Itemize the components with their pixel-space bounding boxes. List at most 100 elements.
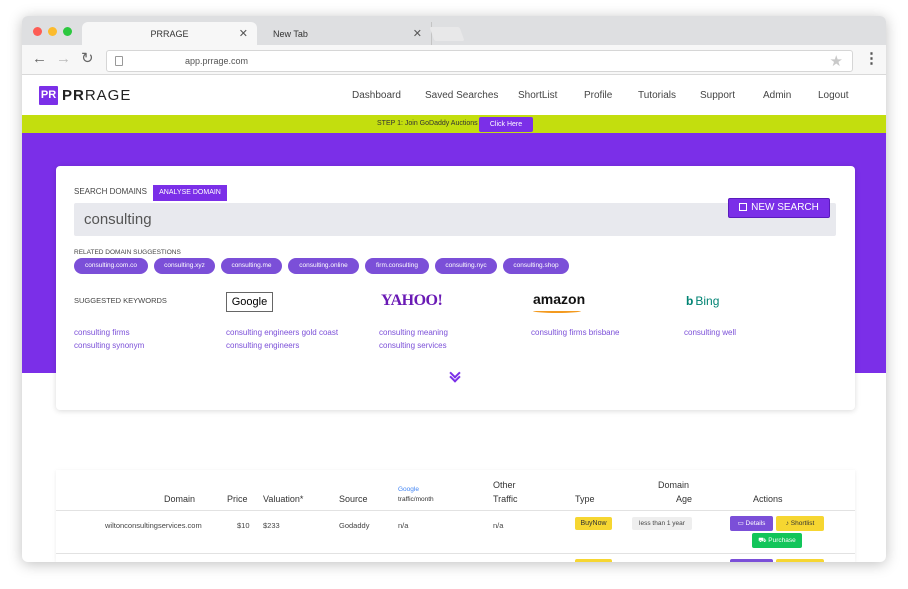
related-suggestions-label: RELATED DOMAIN SUGGESTIONS [74,249,181,256]
logo-bold-part: PR [62,87,85,104]
type-badge: BuyNow [575,517,612,530]
header-domain: Domain [164,494,196,504]
next-row-type-badge [575,559,612,562]
google-logo: Google [226,292,273,312]
purchase-button[interactable]: ⛟ Purchase [752,533,802,548]
nav-admin[interactable]: Admin [763,90,791,101]
purchase-label: Purchase [768,537,796,544]
tab-strip: PRRAGE ✕ New Tab ✕ [22,16,886,45]
yahoo-logo: YAHOO! [381,292,443,309]
nav-profile[interactable]: Profile [584,90,612,101]
shortlist-button[interactable]: ♪ Shortlist [776,516,824,531]
search-input[interactable]: consulting [74,203,836,236]
forward-arrow-icon[interactable]: → [56,51,71,67]
url-text: app.prrage.com [185,56,249,66]
cart-icon: ⛟ [758,537,769,544]
new-search-button[interactable]: NEW SEARCH [728,198,830,218]
header-valuation: Valuation* [263,494,304,504]
keyword-link[interactable]: consulting engineers gold coast [226,328,338,337]
keyword-link[interactable]: consulting well [684,328,736,337]
nav-shortlist[interactable]: ShortList [518,90,557,101]
browser-window: PRRAGE ✕ New Tab ✕ ← → ↻ app.prrage.com … [22,16,886,562]
browser-menu-icon[interactable]: ⋮ [864,51,879,67]
tab-new-tab[interactable]: New Tab ✕ [259,22,432,45]
amazon-logo: amazon [533,291,586,307]
cell-valuation: $233 [263,521,280,530]
tab-label: PRRAGE [150,29,189,39]
header-other-line1: Other [493,480,516,490]
shortlist-label: Shortlist [790,520,815,527]
close-window-button[interactable] [33,27,42,36]
related-domain-chip[interactable]: consulting.shop [503,258,569,274]
suggested-keywords-label: SUGGESTED KEYWORDS [74,296,167,305]
next-row-details-button[interactable] [730,559,773,562]
header-type: Type [575,494,595,504]
tab-close-icon[interactable]: ✕ [239,27,248,40]
keyword-link[interactable]: consulting meaning [379,328,448,337]
cell-source: Godaddy [339,521,370,530]
click-here-button[interactable]: Click Here [479,117,533,132]
nav-support[interactable]: Support [700,90,735,101]
related-domain-chip[interactable]: consulting.com.co [74,258,148,274]
related-domain-chip[interactable]: firm.consulting [365,258,429,274]
results-table: Domain Price Valuation* Source Google tr… [56,470,855,562]
related-domain-chip[interactable]: consulting.online [288,258,359,274]
keyword-link[interactable]: consulting synonym [74,341,144,350]
search-domains-label: SEARCH DOMAINS [74,187,147,196]
bookmark-star-icon[interactable]: ★ [830,52,843,70]
tab-close-icon[interactable]: ✕ [413,27,422,40]
banner-text: STEP 1: Join GoDaddy Auctions [377,120,478,127]
address-bar[interactable]: app.prrage.com ★ [106,50,853,72]
header-age-line1: Domain [658,480,690,490]
site-logo[interactable]: PR PRRAGE [39,86,131,105]
minimize-window-button[interactable] [48,27,57,36]
nav-tutorials[interactable]: Tutorials [638,90,676,101]
site-header: PR PRRAGE Dashboard Saved Searches Short… [22,75,886,115]
header-google-brand: Google [398,486,419,493]
back-arrow-icon[interactable]: ← [32,51,47,67]
edit-icon [739,203,748,211]
logo-rest-part: RAGE [84,87,132,104]
related-domain-chip[interactable]: consulting.nyc [435,258,497,274]
expand-chevron-icon[interactable] [449,367,461,385]
maximize-window-button[interactable] [63,27,72,36]
nav-dashboard[interactable]: Dashboard [352,90,401,101]
browser-toolbar: ← → ↻ app.prrage.com ★ ⋮ [22,45,886,75]
nav-saved-searches[interactable]: Saved Searches [425,90,498,101]
new-tab-button[interactable] [429,27,465,41]
related-domain-chip[interactable]: consulting.xyz [154,258,215,274]
row-divider [56,553,855,554]
header-divider [56,510,855,511]
keyword-link[interactable]: consulting firms brisbane [531,328,619,337]
age-badge: less than 1 year [632,517,692,530]
logo-wordmark: PRRAGE [62,87,131,104]
bing-logo: b Bing [686,294,719,308]
new-search-label: NEW SEARCH [751,202,819,213]
details-label: Details [745,520,766,527]
header-other-line2: Traffic [493,494,518,504]
header-price: Price [227,494,248,504]
cell-traffic: n/a [398,521,409,530]
header-actions: Actions [753,494,783,504]
next-row-shortlist-button[interactable] [776,559,824,562]
tab-prrage[interactable]: PRRAGE ✕ [82,22,257,45]
reload-icon[interactable]: ↻ [81,51,94,67]
cell-price: $10 [237,521,250,530]
amazon-smile-icon [533,309,581,313]
related-domain-chip[interactable]: consulting.me [221,258,282,274]
analyse-domain-tab[interactable]: ANALYSE DOMAIN [153,185,227,201]
page-icon [115,56,123,66]
header-source: Source [339,494,368,504]
header-traffic-month: traffic/month [398,496,434,503]
bing-b-icon: b [686,294,694,308]
keyword-link[interactable]: consulting firms [74,328,130,337]
step-banner: STEP 1: Join GoDaddy Auctions Click Here [22,115,886,133]
keyword-link[interactable]: consulting engineers [226,341,299,350]
nav-logout[interactable]: Logout [818,90,849,101]
keyword-link[interactable]: consulting services [379,341,447,350]
cell-other-traffic: n/a [493,521,504,530]
monitor-icon: ▭ [737,520,746,527]
details-button[interactable]: ▭ Details [730,516,773,531]
cell-domain[interactable]: wiltonconsultingservices.com [105,521,202,530]
header-age-line2: Age [676,494,693,504]
